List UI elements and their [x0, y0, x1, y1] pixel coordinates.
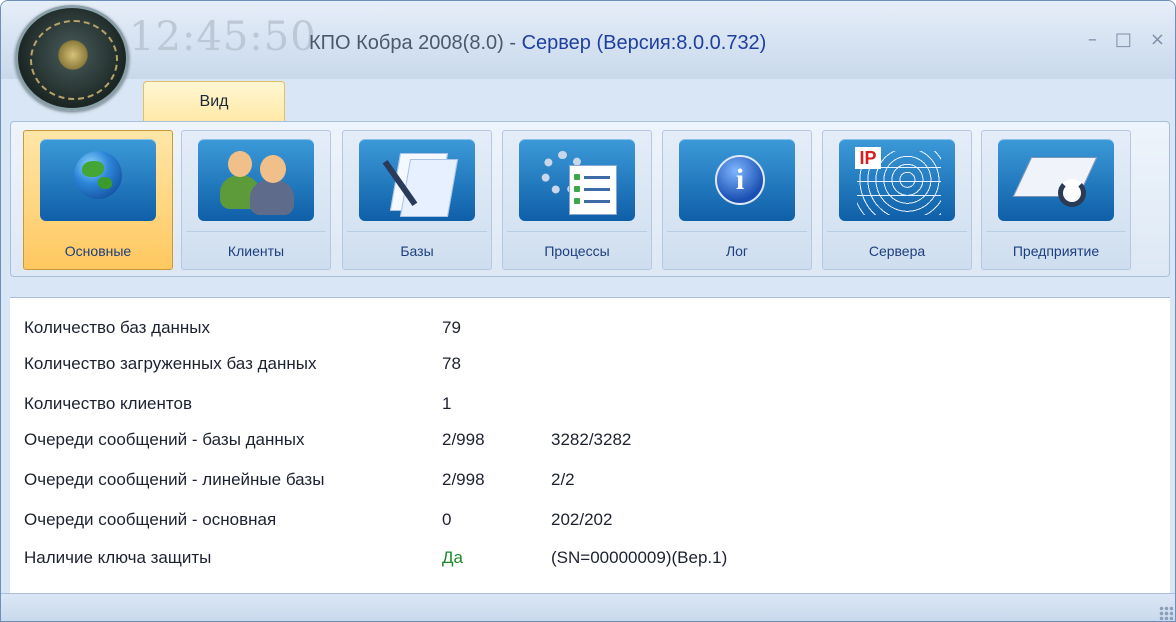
ribbon-button-databases[interactable]: Базы	[342, 130, 492, 270]
ribbon-button-log[interactable]: i Лог	[662, 130, 812, 270]
stat-extra: 2/2	[551, 470, 575, 489]
stat-value: 1	[442, 394, 452, 413]
clock: 12:45:50	[129, 14, 317, 60]
stat-label: Наличие ключа защиты	[24, 548, 212, 567]
stats-panel: Количество баз данных 79 Количество загр…	[10, 297, 1170, 594]
stat-label: Очереди сообщений - базы данных	[24, 430, 305, 449]
ribbon-button-label: Лог	[725, 243, 749, 259]
stats-row: Очереди сообщений - линейные базы 2/998 …	[10, 470, 1170, 506]
ribbon-button-processes[interactable]: Процессы	[502, 130, 652, 270]
ribbon-button-label: Основные	[64, 243, 132, 259]
minimize-icon[interactable]: –	[1088, 29, 1097, 50]
stat-extra: 202/202	[551, 510, 613, 529]
maximize-icon[interactable]: □	[1115, 29, 1132, 50]
close-icon[interactable]: ×	[1150, 29, 1165, 50]
stats-row: Очереди сообщений - основная 0 202/202	[10, 510, 1170, 546]
ribbon-button-label: Сервера	[868, 243, 926, 259]
app-title: КПО Кобра 2008(8.0)	[309, 32, 504, 54]
protection-key-status: Да	[442, 548, 463, 567]
ribbon-button-main[interactable]: Основные	[23, 130, 173, 270]
stats-row: Очереди сообщений - базы данных 2/998 32…	[10, 430, 1170, 466]
stats-row: Количество загруженных баз данных 78	[10, 354, 1170, 390]
ribbon: Основные Клиенты Базы Процессы i Лог IP …	[10, 121, 1170, 277]
server-version: Сервер (Версия:8.0.0.732)	[521, 32, 767, 54]
window-controls: – □ ×	[1088, 29, 1165, 50]
stat-label: Очереди сообщений - линейные базы	[24, 470, 325, 489]
app-logo[interactable]	[15, 5, 129, 111]
logo-emblem	[56, 38, 90, 72]
ribbon-button-label: Предприятие	[1012, 243, 1100, 259]
ribbon-button-enterprise[interactable]: Предприятие	[981, 130, 1131, 270]
documents-icon	[359, 139, 475, 221]
stat-extra: 3282/3282	[551, 430, 632, 449]
ribbon-button-label: Клиенты	[227, 243, 285, 259]
resize-grip-icon[interactable]	[1159, 606, 1173, 620]
stat-label: Количество клиентов	[24, 394, 192, 413]
stat-extra: (SN=00000009)(Вер.1)	[551, 548, 728, 567]
stat-value: 2/998	[442, 470, 485, 489]
stat-value: 0	[442, 510, 452, 529]
globe-icon	[40, 139, 156, 221]
stat-value: 2/998	[442, 430, 485, 449]
ribbon-button-servers[interactable]: IP Сервера	[822, 130, 972, 270]
tab-view[interactable]: Вид	[143, 81, 285, 121]
info-icon: i	[679, 139, 795, 221]
ribbon-button-label: Процессы	[544, 243, 610, 259]
stat-value: 78	[442, 354, 461, 373]
stat-label: Количество баз данных	[24, 318, 211, 337]
app-window: 12:45:50 КПО Кобра 2008(8.0) - Сервер (В…	[0, 0, 1176, 622]
ip-network-icon: IP	[839, 139, 955, 221]
stat-value: 79	[442, 318, 461, 337]
ribbon-button-label: Базы	[400, 243, 434, 259]
stats-row: Наличие ключа защиты Да (SN=00000009)(Ве…	[10, 548, 1170, 584]
title-bar[interactable]: 12:45:50 КПО Кобра 2008(8.0) - Сервер (В…	[1, 1, 1175, 79]
stat-label: Очереди сообщений - основная	[24, 510, 277, 529]
window-title: КПО Кобра 2008(8.0) - Сервер (Версия:8.0…	[309, 32, 766, 55]
status-bar	[1, 593, 1175, 621]
ribbon-button-clients[interactable]: Клиенты	[181, 130, 331, 270]
stats-row: Количество клиентов 1	[10, 394, 1170, 430]
title-separator: -	[503, 32, 522, 54]
stats-row: Количество баз данных 79	[10, 318, 1170, 354]
processes-icon	[519, 139, 635, 221]
enterprise-icon	[998, 139, 1114, 221]
users-icon	[198, 139, 314, 221]
stat-label: Количество загруженных баз данных	[24, 354, 317, 373]
